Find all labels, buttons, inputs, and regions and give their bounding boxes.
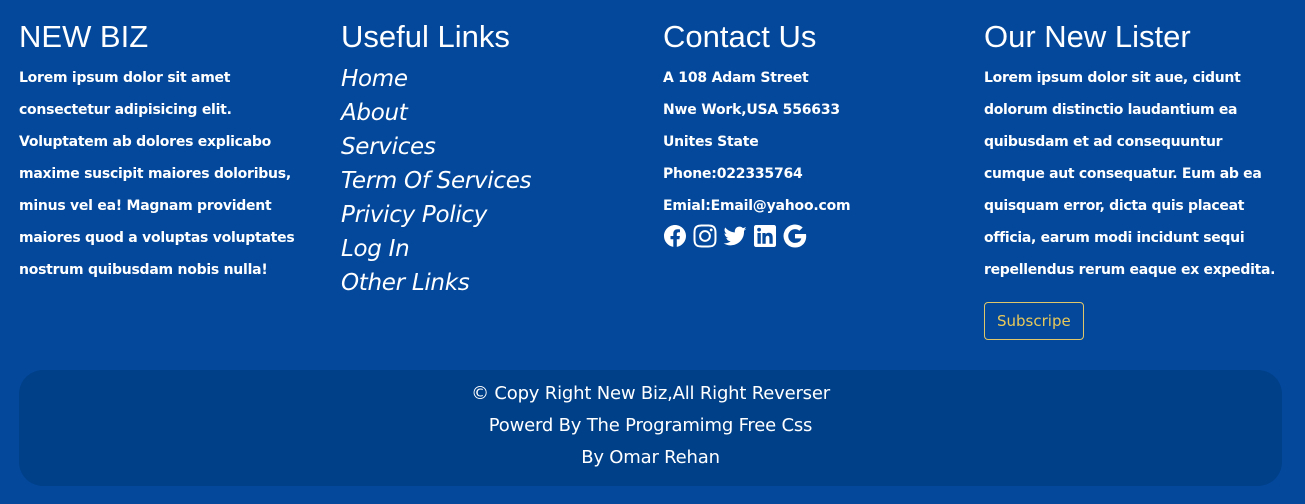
subscribe-button[interactable]: Subscripe [984, 302, 1084, 340]
brand-title: NEW BIZ [19, 19, 149, 54]
powered-by-line: Powerd By The Programimg Free Css [488, 415, 813, 436]
list-item: Home [341, 62, 641, 96]
list-item: Log In [341, 232, 641, 266]
useful-links-title: Useful Links [341, 19, 510, 54]
link-home[interactable]: Home [341, 66, 408, 92]
link-privacy-policy[interactable]: Privicy Policy [341, 202, 487, 228]
contact-address-line2: Nwe Work,USA 556633 [663, 102, 840, 118]
link-term-of-services[interactable]: Term Of Services [341, 168, 532, 194]
google-icon[interactable] [783, 224, 807, 248]
brand-column: NEW BIZ Lorem ipsum dolor sit amet conse… [19, 18, 299, 286]
newsletter-column: Our New Lister Lorem ipsum dolor sit aue… [984, 18, 1284, 340]
list-item: About [341, 96, 641, 130]
footer: NEW BIZ Lorem ipsum dolor sit amet conse… [0, 0, 1305, 360]
author-line: By Omar Rehan [581, 447, 720, 468]
list-item: Other Links [341, 266, 641, 300]
link-log-in[interactable]: Log In [341, 236, 410, 262]
newsletter-title: Our New Lister [984, 19, 1191, 54]
copyright-bar: © Copy Right New Biz,All Right Reverser … [19, 370, 1282, 486]
contact-address-line1: A 108 Adam Street [663, 70, 809, 86]
useful-links-list: Home About Services Term Of Services Pri… [341, 62, 641, 300]
linkedin-icon[interactable] [753, 224, 777, 248]
copyright-line: © Copy Right New Biz,All Right Reverser [471, 383, 830, 404]
newsletter-description: Lorem ipsum dolor sit aue, cidunt doloru… [984, 70, 1276, 278]
link-about[interactable]: About [341, 100, 408, 126]
social-icons [663, 224, 963, 248]
twitter-icon[interactable] [723, 224, 747, 248]
contact-title: Contact Us [663, 19, 817, 54]
contact-column: Contact Us A 108 Adam Street Nwe Work,US… [663, 18, 963, 248]
link-services[interactable]: Services [341, 134, 436, 160]
brand-description: Lorem ipsum dolor sit amet consectetur a… [19, 70, 295, 278]
list-item: Privicy Policy [341, 198, 641, 232]
useful-links-column: Useful Links Home About Services Term Of… [341, 18, 641, 300]
facebook-icon[interactable] [663, 224, 687, 248]
list-item: Term Of Services [341, 164, 641, 198]
contact-address-line3: Unites State [663, 134, 759, 150]
link-other-links[interactable]: Other Links [341, 270, 470, 296]
list-item: Services [341, 130, 641, 164]
contact-phone: Phone:022335764 [663, 166, 803, 182]
instagram-icon[interactable] [693, 224, 717, 248]
contact-email: Emial:Email@yahoo.com [663, 198, 851, 214]
